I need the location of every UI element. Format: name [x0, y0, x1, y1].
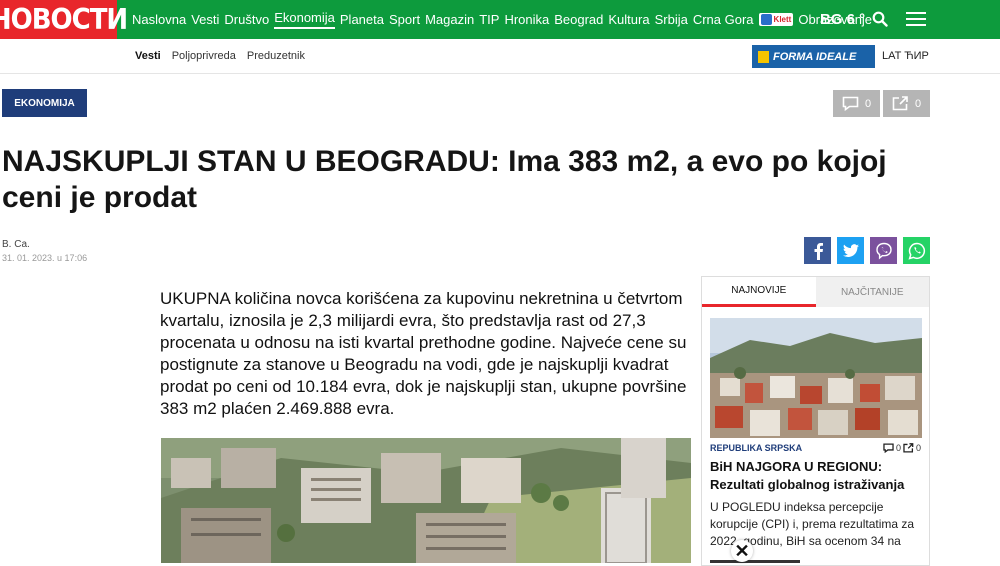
comments-button[interactable]: 0 [833, 90, 880, 117]
nav-item-beograd[interactable]: Beograd [554, 12, 603, 27]
nav-item-vesti[interactable]: Vesti [191, 12, 219, 27]
tab-najcitanije[interactable]: NAJČITANIJE [815, 277, 929, 307]
language-switch[interactable]: LAT ЋИР [882, 50, 929, 62]
nav-item-srbija[interactable]: Srbija [655, 12, 688, 27]
twitter-share-button[interactable] [837, 237, 864, 264]
share-count: 0 [914, 97, 922, 110]
search-icon[interactable] [872, 11, 888, 27]
whatsapp-icon [907, 242, 925, 260]
category-badge[interactable]: EKONOMIJA [2, 89, 87, 117]
nav-item-hronika[interactable]: Hronika [504, 12, 549, 27]
story-title[interactable]: BiH NAJGORA U REGIONU: Rezultati globaln… [710, 458, 922, 494]
nav-item-kultura[interactable]: Kultura [608, 12, 649, 27]
weather-widget[interactable]: BG 6 ° [820, 0, 865, 39]
facebook-icon [814, 242, 823, 260]
subnav-item-preduzetnik[interactable]: Preduzetnik [247, 50, 305, 62]
nav-item-tip[interactable]: TIP [479, 12, 499, 27]
klett-label: Klett [773, 15, 792, 24]
viber-icon [875, 242, 892, 260]
nav-item-drustvo[interactable]: Društvo [224, 12, 269, 27]
nav-item-planeta[interactable]: Planeta [340, 12, 384, 27]
share-count-button[interactable]: 0 [883, 90, 930, 117]
story-category[interactable]: REPUBLIKA SRPSKA [710, 443, 802, 453]
article-title: NAJSKUPLJI STAN U BEOGRADU: Ima 383 m2, … [2, 145, 887, 214]
comment-icon [842, 96, 859, 111]
forma-ideale-banner[interactable]: FORMA IDEALE [752, 45, 875, 68]
nav-item-crna-gora[interactable]: Crna Gora [693, 12, 754, 27]
klett-logo[interactable]: Klett [758, 13, 794, 26]
klett-icon [760, 14, 772, 25]
sidebar-tabs: NAJNOVIJE NAJČITANIJE [702, 277, 929, 307]
article-lead: UKUPNA količina novca korišćena za kupov… [160, 289, 687, 418]
twitter-icon [842, 243, 859, 257]
story-counters: 0 0 [883, 443, 921, 453]
main-nav: Naslovna Vesti Društvo Ekonomija Planeta… [132, 0, 872, 39]
nav-item-naslovna[interactable]: Naslovna [132, 12, 186, 27]
sidebar-widget: NAJNOVIJE NAJČITANIJE REPUBLIKA SRPSKA 0… [701, 276, 930, 566]
sponsor-label: FORMA IDEALE [773, 50, 857, 63]
comment-count: 0 [864, 97, 872, 110]
share-icon [903, 443, 914, 453]
top-navigation-bar: НОВОСТИ Naslovna Vesti Društvo Ekonomija… [0, 0, 1000, 39]
nav-item-ekonomija[interactable]: Ekonomija [274, 10, 335, 29]
whatsapp-share-button[interactable] [903, 237, 930, 264]
story-thumbnail[interactable] [710, 318, 922, 438]
subnav-item-vesti[interactable]: Vesti [135, 50, 161, 62]
story-comment-count: 0 [896, 443, 902, 453]
share-icon [892, 96, 908, 111]
viber-share-button[interactable] [870, 237, 897, 264]
nav-item-sport[interactable]: Sport [389, 12, 420, 27]
novosti-logo[interactable]: НОВОСТИ [0, 0, 128, 39]
logo-text: НОВОСТИ [0, 3, 128, 36]
article-author: B. Ca. [2, 239, 30, 250]
article-photo [161, 438, 691, 563]
nav-item-magazin[interactable]: Magazin [425, 12, 474, 27]
article-date: 31. 01. 2023. u 17:06 [2, 253, 88, 263]
hamburger-menu-icon[interactable] [906, 12, 926, 27]
story-share-count: 0 [916, 443, 922, 453]
comment-icon [883, 443, 894, 453]
tab-najnovije[interactable]: NAJNOVIJE [702, 277, 816, 307]
forma-ideale-icon [758, 50, 769, 63]
close-icon[interactable]: ✕ [731, 540, 753, 562]
subnav-item-poljoprivreda[interactable]: Poljoprivreda [172, 50, 236, 62]
facebook-share-button[interactable] [804, 237, 831, 264]
